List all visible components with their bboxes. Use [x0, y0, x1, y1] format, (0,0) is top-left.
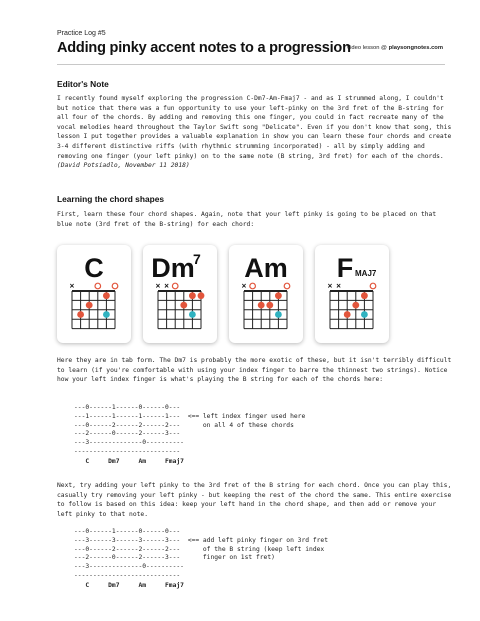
muted-string-marker: × [328, 282, 333, 291]
chord-card-am: Am × [229, 245, 303, 343]
tab-block-1: ---0------1------0------0--- ---1------1… [74, 404, 306, 455]
practice-log-number: Practice Log #5 [57, 30, 106, 37]
muted-string-marker: × [242, 282, 247, 291]
open-string-marker [369, 282, 377, 290]
finger-dot [343, 311, 351, 318]
muted-string-marker: × [336, 282, 341, 291]
finger-dot [180, 301, 188, 309]
pinky-note-dot [103, 311, 110, 318]
muted-string-marker: × [70, 282, 75, 291]
finger-dot [197, 292, 205, 300]
editors-note-heading: Editor's Note [57, 79, 109, 89]
chord-card-fmaj7: F MAJ7 × × [315, 245, 389, 343]
chord-name-c: C [84, 253, 104, 283]
muted-string-marker: × [156, 282, 161, 291]
chord-shapes-intro: First, learn these four chord shapes. Ag… [57, 211, 437, 228]
tab-block-1-labels: C Dm7 Am Fmaj7 [74, 458, 184, 465]
chord-name-am: Am [244, 253, 288, 283]
finger-dot [257, 301, 265, 309]
page-title: Adding pinky accent notes to a progressi… [57, 40, 351, 56]
editors-note-signature: (David Potsiadlo, November 11 2018) [57, 162, 190, 170]
finger-dot [266, 301, 274, 309]
chord-card-c: C × [57, 245, 131, 343]
open-string-marker [94, 282, 102, 290]
finger-dot [85, 301, 93, 309]
chord-diagram-fmaj7: F MAJ7 × × [328, 253, 377, 330]
open-string-marker [249, 282, 257, 290]
video-lesson-prefix: Video lesson @ [346, 45, 389, 51]
chord-subscript-fmaj7: MAJ7 [355, 269, 377, 278]
finger-dot [77, 311, 84, 318]
tab-block-2-labels: C Dm7 Am Fmaj7 [74, 582, 184, 589]
chord-diagram-dm7: Dm7 × × [151, 251, 205, 330]
editors-note-body: I recently found myself exploring the pr… [57, 94, 453, 171]
practice-log-page: Practice Log #5 Adding pinky accent note… [0, 0, 480, 621]
chord-superscript-dm7: 7 [193, 251, 201, 267]
tab-intro-text: Here they are in tab form. The Dm7 is pr… [57, 357, 452, 384]
open-string-marker [283, 282, 291, 290]
finger-dot [352, 301, 360, 309]
video-lesson-link[interactable]: Video lesson @ playsongnotes.com [346, 45, 443, 51]
tab-block-2: ---0------1------0------0--- ---3------3… [74, 528, 329, 579]
muted-string-marker: × [164, 282, 169, 291]
pinky-note-dot [189, 311, 196, 318]
finger-dot [275, 292, 282, 300]
pinky-note-dot [275, 311, 282, 318]
chord-name-fmaj7: F [337, 253, 354, 283]
chord-diagram-row: C × Dm 7 × × Am × F MAJ7 × × [57, 245, 389, 345]
open-string-marker [111, 282, 119, 290]
chord-diagram-c: C× [70, 253, 119, 330]
editors-note-text: I recently found myself exploring the pr… [57, 95, 452, 160]
header-divider [57, 64, 445, 65]
finger-dot [189, 292, 196, 300]
chord-diagram-am: Am× [242, 253, 291, 330]
finger-dot [361, 292, 368, 300]
chord-card-dm7: Dm 7 × × [143, 245, 217, 343]
video-lesson-site[interactable]: playsongnotes.com [389, 45, 443, 51]
pinky-note-dot [361, 311, 368, 318]
chord-name-dm7: Dm [151, 253, 195, 283]
chord-shapes-heading: Learning the chord shapes [57, 194, 165, 204]
open-string-marker [171, 282, 179, 290]
finger-dot [103, 292, 110, 300]
next-step-text: Next, try adding your left pinky to the … [57, 482, 452, 518]
